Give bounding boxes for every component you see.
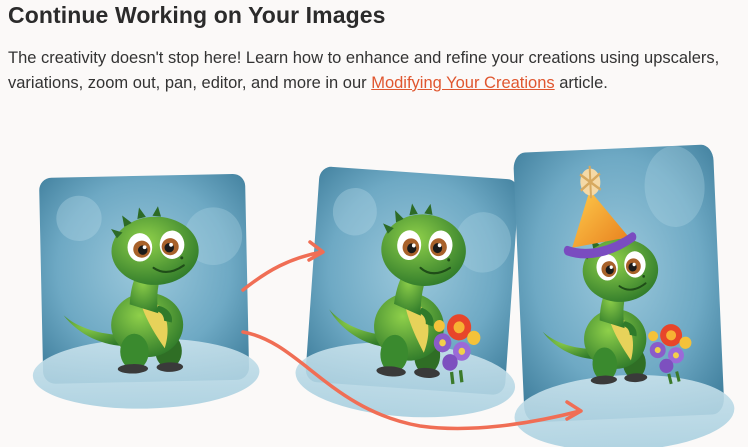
original-dino-card xyxy=(28,173,261,411)
dino-with-party-hat-card xyxy=(513,144,735,447)
dino-progression-illustration xyxy=(28,144,735,447)
arrow-to-variation xyxy=(241,240,325,292)
